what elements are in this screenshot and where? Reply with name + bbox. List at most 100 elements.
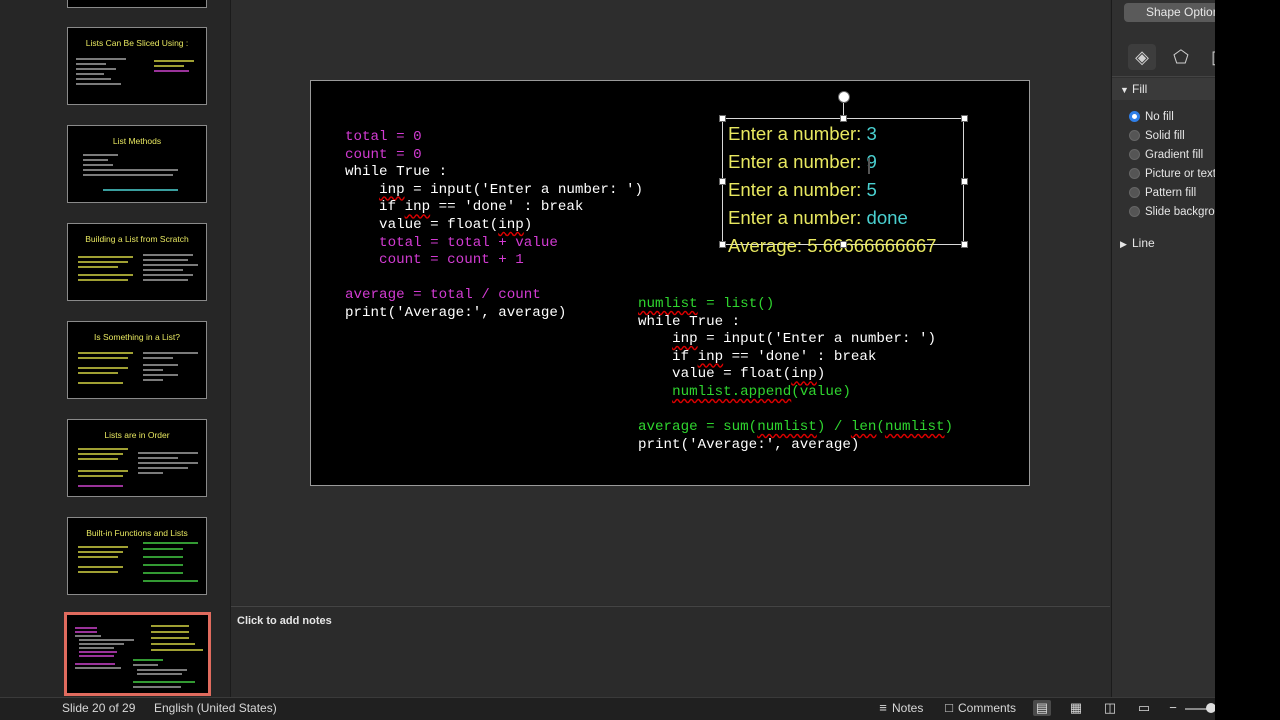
language-indicator[interactable]: English (United States) [154,701,277,715]
fill-option-label: Solid fill [1145,130,1185,142]
thumb-line [143,369,163,371]
fill-option-pattern[interactable]: Pattern fill [1129,187,1196,199]
thumb-line [143,379,163,381]
slide-thumbnail-18[interactable]: Lists are in Order [67,419,207,497]
resize-handle-se[interactable] [961,241,968,248]
fill-line-icon[interactable]: ◈ [1128,44,1156,70]
slide-sorter-icon[interactable]: ▦ [1067,700,1085,716]
thumb-line [76,63,106,65]
slide-thumbnail-14[interactable]: Lists Can Be Sliced Using : [67,27,207,105]
fill-option-picture[interactable]: Picture or texture fill [1129,168,1215,180]
thumb-line [143,364,178,366]
resize-handle-sw[interactable] [719,241,726,248]
chevron-right-icon: ▶ [1120,239,1127,249]
reading-view-icon[interactable]: ◫ [1101,700,1119,716]
line-section-header[interactable]: ▶ Line [1112,232,1215,254]
resize-handle-e[interactable] [961,178,968,185]
rotate-handle[interactable] [838,91,850,103]
code-token: if [638,348,698,365]
code-block-manual[interactable]: total = 0 count = 0 while True : inp = i… [345,129,643,323]
code-line: total = 0 [345,129,422,145]
size-icon[interactable]: ▯ [1202,44,1215,70]
fill-option-gradient[interactable]: Gradient fill [1129,149,1203,161]
code-token: = input('Enter a number: ') [697,331,936,348]
thumb-line [137,673,182,675]
comments-button[interactable]: Comments [958,701,1016,715]
thumb-line [78,475,123,477]
code-token: ) [944,419,954,436]
thumb-line [83,164,113,166]
effects-pentagon-icon[interactable]: ⬠ [1167,44,1195,70]
thumb-line [143,352,198,354]
slide-thumbnail-panel[interactable]: Lists Can Be Sliced Using : List Methods… [0,0,231,697]
code-token: inp [404,199,431,216]
slide-thumbnail-13[interactable] [67,0,207,8]
radio-icon [1129,206,1140,217]
resize-handle-ne[interactable] [961,115,968,122]
code-line: print('Average:', average) [638,436,860,453]
output-label: Average: 5.66666666667 [728,235,937,256]
notes-icon[interactable]: ≡ [874,700,892,716]
resize-handle-nw[interactable] [719,115,726,122]
slideshow-icon[interactable]: ▭ [1135,700,1153,716]
zoom-slider-handle[interactable] [1206,703,1215,713]
thumb-line [78,470,128,472]
thumb-line [138,452,198,454]
code-line: total = total + value [345,234,558,251]
thumb-line [78,357,128,359]
slide-thumbnail-19[interactable]: Built-in Functions and Lists [67,517,207,595]
fill-option-slide-background[interactable]: Slide background fill [1129,206,1215,218]
thumb-title: Lists Can Be Sliced Using : [85,38,189,48]
code-token: numlist [638,296,698,312]
thumb-line [137,669,187,671]
code-token: inp [379,181,405,198]
chevron-down-icon: ▼ [1120,85,1129,95]
slide-thumbnail-16[interactable]: Building a List from Scratch [67,223,207,301]
code-token: inp [791,366,817,383]
thumb-line [138,467,188,469]
fill-section-header[interactable]: ▼ Fill [1112,78,1215,100]
thumb-title: List Methods [112,136,162,146]
thumb-line [78,261,128,263]
fill-option-solid[interactable]: Solid fill [1129,130,1185,142]
fill-option-no-fill[interactable]: No fill [1129,111,1174,123]
slide-thumbnail-17[interactable]: Is Something in a List? [67,321,207,399]
slide-counter: Slide 20 of 29 [62,701,136,715]
slide-thumbnail-20-selected[interactable] [64,612,211,696]
output-line: Enter a number: done [728,207,908,229]
resize-handle-n[interactable] [840,115,847,122]
output-textbox-selected[interactable]: Enter a number: 3 Enter a number: 9 Ente… [722,118,964,256]
resize-handle-w[interactable] [719,178,726,185]
slide-thumbnail-15[interactable]: List Methods [67,125,207,203]
code-token: numlist [884,419,945,436]
radio-selected-icon [1129,111,1140,122]
thumb-line [133,659,163,661]
shape-options-button[interactable]: Shape Options [1124,3,1215,22]
notes-pane[interactable]: Click to add notes [231,606,1110,698]
thumb-line [83,169,178,171]
code-block-list[interactable]: numlist = list() while True : inp = inpu… [638,296,953,454]
thumb-title: Built-in Functions and Lists [86,528,188,538]
output-value: 3 [866,123,877,144]
thumb-line [138,472,163,474]
resize-handle-s[interactable] [840,241,847,248]
fill-option-label: Picture or texture fill [1145,168,1215,180]
notes-button[interactable]: Notes [892,701,923,715]
comments-icon[interactable]: □ [940,700,958,716]
thumb-line [133,664,158,666]
thumb-title: Is Something in a List? [94,332,180,342]
code-token: = list() [697,296,775,312]
thumb-line [75,631,97,633]
thumb-line [143,279,188,281]
output-line: Average: 5.66666666667 [728,235,937,257]
thumb-line [133,681,195,683]
thumb-line [143,556,183,558]
thumb-line [143,580,198,582]
thumb-line [151,637,189,639]
zoom-out-icon[interactable]: − [1164,700,1182,716]
thumb-line [78,556,118,558]
thumb-line [76,83,121,85]
thumb-line [154,70,189,72]
code-token: inp [498,216,524,233]
normal-view-icon[interactable]: ▤ [1033,700,1051,716]
